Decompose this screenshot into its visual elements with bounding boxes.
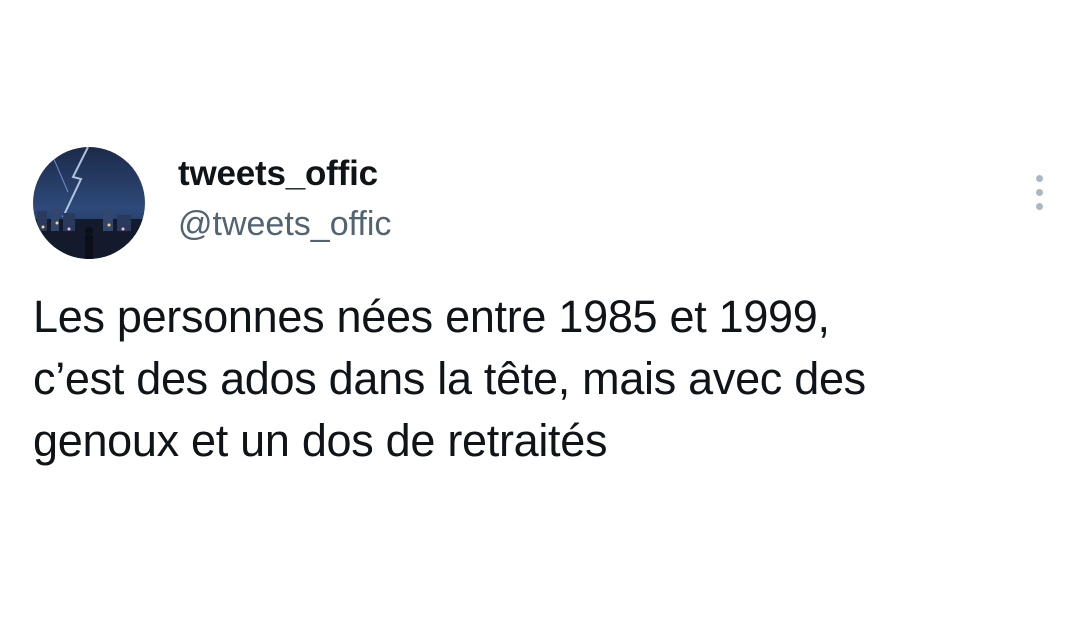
more-vertical-icon [1036, 175, 1043, 182]
tweet-text: Les personnes nées entre 1985 et 1999, c… [33, 291, 866, 466]
avatar-night-city-image [33, 147, 145, 259]
user-info[interactable]: tweets_offic @tweets_offic [178, 151, 391, 247]
more-vertical-icon-dot [1036, 189, 1043, 196]
more-options-button[interactable] [1028, 172, 1052, 214]
user-handle[interactable]: @tweets_offic [178, 201, 391, 247]
display-name[interactable]: tweets_offic [178, 151, 391, 197]
avatar[interactable] [33, 147, 145, 259]
more-vertical-icon-dot [1036, 203, 1043, 210]
tweet-card: tweets_offic @tweets_offic Les personnes… [0, 0, 1080, 644]
